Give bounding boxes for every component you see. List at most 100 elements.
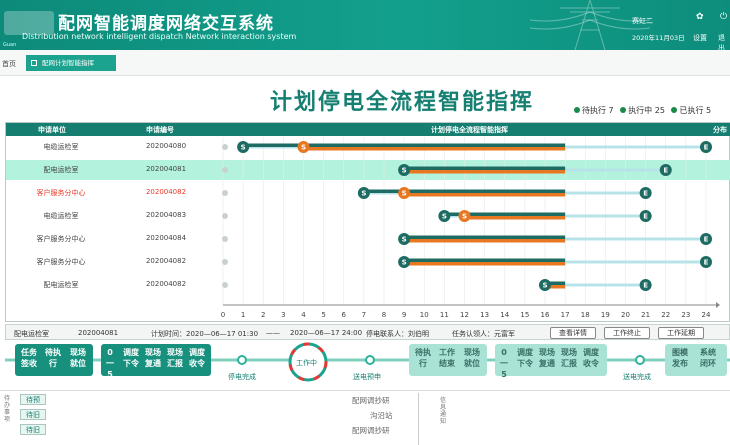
todo-item[interactable]: 待预 [20,394,46,405]
start-label: S [361,190,366,198]
x-tick-label: 7 [362,311,366,319]
detail-time: 计划时间：2020—06—17 01:30 [151,330,259,338]
flow-node-label: 停电完成 [228,373,256,381]
gantt-chart: 0 1 2 3 4 5 6 7 8 9 10 11 12 13 14 15 16 17 18 19 20 21 22 23 24… [221,137,720,319]
user-name[interactable]: 赛虹二 [632,16,653,26]
flow-node-label: 送电完成 [623,373,651,381]
flow-step-number: 0一5 [106,348,114,379]
flow-step[interactable]: 任务签收 [19,347,39,369]
start-label: S [402,236,407,244]
end-label: E [704,236,709,244]
exit-icon[interactable]: ⏻ [720,12,727,22]
flow-group-2[interactable]: 0一5 调度下令 现场复通 现场汇报 调度收令 [101,344,211,379]
gantt-bar-bottom [404,239,566,243]
delay-work-button[interactable]: 工作延期 [658,327,704,339]
end-label: E [704,144,709,152]
row-marker [222,213,228,219]
stop-work-button[interactable]: 工作终止 [604,327,650,339]
x-tick-label: 19 [601,311,610,319]
detail-unit: 配电运检室 [14,330,49,338]
gear-icon[interactable]: ✿ [696,12,704,22]
stat-running: 执行中 25 [620,106,665,115]
gantt-bar-bottom [404,193,566,197]
flow-step[interactable]: 工作结束 [437,347,457,369]
detail-code: 202004081 [78,329,119,337]
flow-group-4[interactable]: 0一5 调度下令 现场复通 现场汇报 调度收令 [495,344,607,379]
todo-text: 配网调抄研 [352,396,390,405]
flow-group-3[interactable]: 待执行 工作结束 现场就位 [409,344,487,376]
flow-step[interactable]: 待执行 [43,347,63,369]
x-tick-label: 15 [520,311,529,319]
x-tick-label: 14 [500,311,509,319]
tab-home[interactable]: 首页 [2,59,16,69]
start-label: S [442,213,447,221]
todo-item[interactable]: 待旧 [20,409,46,420]
axis-arrow-icon [716,302,720,308]
flow-step[interactable]: 现场就位 [461,347,483,369]
x-tick-label: 23 [681,311,690,319]
end-label: E [704,259,709,267]
flow-step[interactable]: 现场复通 [537,347,557,369]
gantt-bar-bottom [303,147,566,151]
gantt-bar-top [404,166,566,170]
view-details-button[interactable]: 查看详情 [550,327,596,339]
system-subtitle: Distribution network intelligent dispatc… [22,32,297,41]
tab-icon [31,60,37,66]
settings-button[interactable]: 设置 [693,33,707,43]
gantt-bar-bottom [404,262,566,266]
progress-label: S [301,144,306,152]
workflow-bar: 任务签收 待执行 现场就位 0一5 调度下令 现场复通 现场汇报 调度收令 停电… [5,342,730,388]
page-title: 计划停电全流程智能指挥 [270,89,535,115]
gantt-bar-bottom [464,216,566,220]
x-tick-label: 9 [402,311,406,319]
flow-current-label: 工作中 [296,359,317,367]
current-date: 2020年11月03日 [632,34,685,42]
row-marker [222,282,228,288]
flow-step-number: 0一5 [500,348,508,379]
flow-step[interactable]: 调度下令 [515,347,535,369]
detail-contact: 停电联系人：刘伯明 [366,330,429,338]
status-dot-icon [574,107,580,113]
x-tick-label: 3 [281,311,285,319]
schedule-table: 申请单位 申请编号 计划停电全流程智能指挥 分布 电缆运检室 202004080 配… [5,122,730,322]
detail-acceptor: 任务认领人：元富军 [452,330,515,338]
tab-bar: 首页 配网计划智能指挥 [0,50,730,76]
check-icon [635,355,645,365]
flow-step[interactable]: 现场复通 [143,347,163,369]
todo-item[interactable]: 待旧 [20,424,46,435]
flow-step[interactable]: 现场汇报 [559,347,579,369]
flow-step[interactable]: 系统闭环 [697,347,719,369]
x-tick-label: 10 [420,311,429,319]
flow-group-1[interactable]: 任务签收 待执行 现场就位 [15,344,93,376]
exit-button[interactable]: 退出 [718,33,730,50]
tab-dispatch[interactable]: 配网计划智能指挥 [26,55,116,71]
row-marker [222,259,228,265]
x-tick-label: 4 [301,311,306,319]
flow-step[interactable]: 图模发布 [669,347,691,369]
check-icon [237,355,247,365]
app-header: 配网智能调度网络交互系统 Distribution network intell… [0,0,730,50]
divider [418,393,419,445]
progress-label: S [462,213,467,221]
flow-step[interactable]: 现场汇报 [165,347,185,369]
gantt-bar-bottom [404,170,566,174]
x-tick-label: 24 [702,311,711,319]
x-tick-label: 0 [221,311,225,319]
flow-step[interactable]: 调度收令 [187,347,207,369]
flow-step[interactable]: 待执行 [413,347,433,369]
x-tick-label: 18 [581,311,590,319]
flow-step[interactable]: 调度收令 [581,347,601,369]
start-label: S [402,167,407,175]
todo-text: 配网调抄研 [352,426,390,435]
flow-step[interactable]: 现场就位 [67,347,89,369]
flow-step[interactable]: 调度下令 [121,347,141,369]
x-tick-label: 16 [541,311,550,319]
status-dot-icon [620,107,627,113]
x-tick-label: 20 [621,311,630,319]
x-tick-label: 2 [261,311,265,319]
stat-pending: 待执行 7 [574,106,614,115]
flow-group-5[interactable]: 图模发布 系统闭环 [665,344,727,376]
status-dot-icon [671,107,678,113]
logo-fragment: Guan [3,42,17,48]
gantt-bar-top [404,235,566,239]
